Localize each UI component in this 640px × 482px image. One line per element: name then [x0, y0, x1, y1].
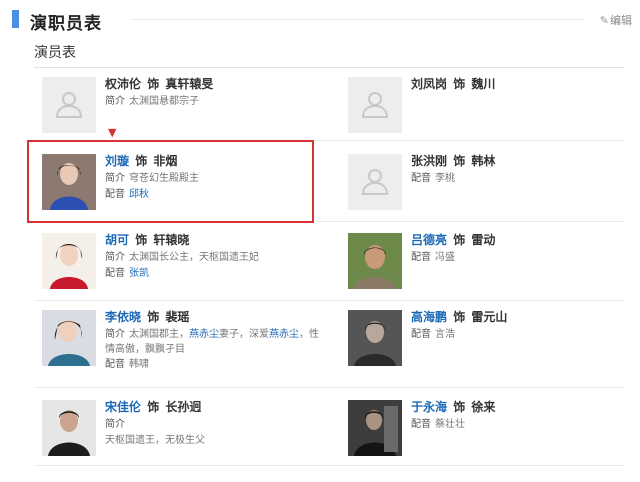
cast-card: 胡可 饰 轩辕晓 简介 太渊国长公主，天枢国遗王妃 配音 张凯 — [42, 233, 332, 313]
cast-card: 宋佳伦 饰 长孙迥 简介 天枢国遗王，无极生父 — [42, 400, 332, 460]
intro-label: 简介 — [105, 252, 125, 263]
role-separator: 饰 — [453, 77, 466, 91]
intro-text: 太渊国郡主， — [129, 329, 189, 340]
actor-name-link[interactable]: 李依晓 — [105, 310, 141, 324]
role-name: 雷元山 — [471, 310, 508, 324]
avatar-placeholder-icon — [348, 154, 402, 210]
intro-text: 太渊国长公主，天枢国遗王妃 — [129, 252, 259, 263]
dub-label: 配音 — [411, 252, 431, 263]
actor-name: 刘凤岗 — [411, 77, 448, 91]
role-separator: 饰 — [453, 154, 466, 168]
cast-card: 李依晓 饰 裴瑶 简介 太渊国郡主，燕赤尘妻子，深爱燕赤尘，性情高傲，飘飘孑目 配… — [42, 310, 332, 386]
actor-photo[interactable] — [42, 233, 96, 289]
role-name: 裴瑶 — [165, 310, 190, 324]
dub-label: 配音 — [105, 359, 125, 370]
character-link[interactable]: 燕赤尘 — [189, 329, 219, 340]
dub-text: 冯盛 — [435, 252, 455, 263]
actor-name-link[interactable]: 于永海 — [411, 400, 447, 414]
header-divider — [130, 19, 584, 20]
actor-name-link[interactable]: 宋佳伦 — [105, 400, 141, 414]
cast-card: 高海鹏 饰 雷元山 配音 言浩 — [348, 310, 638, 390]
avatar-placeholder-icon — [42, 77, 96, 133]
avatar-placeholder-icon — [348, 77, 402, 133]
intro-label: 简介 — [105, 419, 125, 430]
intro-text: 太渊国悬都宗子 — [129, 96, 199, 107]
role-separator: 饰 — [147, 77, 160, 91]
role-separator: 饰 — [453, 310, 466, 324]
role-name: 魏川 — [471, 77, 496, 91]
actor-name: 张洪刚 — [411, 154, 448, 168]
role-separator: 饰 — [135, 233, 148, 247]
row-divider — [34, 465, 624, 466]
role-name: 雷动 — [471, 233, 496, 247]
subtitle-divider — [34, 67, 624, 68]
cast-list-title: 演员表 — [34, 45, 76, 61]
actor-photo[interactable] — [348, 400, 402, 456]
actor-name-link[interactable]: 吕德亮 — [411, 233, 447, 247]
dub-label: 配音 — [105, 268, 125, 279]
dub-text: 蔡壮壮 — [435, 419, 465, 430]
dub-label: 配音 — [411, 329, 431, 340]
intro-text: 妻子，深爱 — [219, 329, 269, 340]
role-separator: 饰 — [147, 400, 160, 414]
edit-label: 编辑 — [610, 14, 632, 27]
cast-card: 刘凤岗 饰 魏川 — [348, 77, 638, 157]
section-title: 演职员表 — [30, 14, 102, 34]
actor-name-link[interactable]: 胡可 — [105, 233, 129, 247]
role-separator: 饰 — [453, 233, 466, 247]
section-accent-bar — [12, 10, 19, 28]
role-name: 徐来 — [471, 400, 496, 414]
pencil-icon: ✎ — [599, 14, 609, 27]
dub-text: 李桃 — [435, 173, 455, 184]
dub-text: 韩啸 — [129, 359, 149, 370]
actor-photo[interactable] — [348, 233, 402, 289]
dub-text: 言浩 — [435, 329, 455, 340]
role-name: 韩林 — [471, 154, 496, 168]
dub-label: 配音 — [411, 173, 431, 184]
role-separator: 饰 — [147, 310, 160, 324]
section-header: 演职员表 ✎编辑 — [8, 6, 632, 34]
intro-label: 简介 — [105, 96, 125, 107]
role-name: 真轩辕旻 — [165, 77, 214, 91]
role-name: 长孙迥 — [165, 400, 202, 414]
intro-text: 天枢国遗王，无极生父 — [105, 435, 205, 446]
cast-card: 张洪刚 饰 韩林 配音 李桃 — [348, 154, 638, 234]
dub-link[interactable]: 张凯 — [129, 268, 149, 279]
dub-label: 配音 — [411, 419, 431, 430]
actor-name-link[interactable]: 高海鹏 — [411, 310, 447, 324]
annotation-arrow-icon: ▼ — [108, 126, 117, 139]
actor-photo[interactable] — [42, 310, 96, 366]
role-separator: 饰 — [453, 400, 466, 414]
cast-crew-panel: 演职员表 ✎编辑 演员表 权沛伦 饰 真轩辕旻 简介 太渊国悬都宗子 刘凤岗 饰 … — [0, 0, 640, 482]
actor-photo[interactable] — [348, 310, 402, 366]
actor-photo[interactable] — [42, 400, 96, 456]
cast-card: 吕德亮 饰 雷动 配音 冯盛 — [348, 233, 638, 313]
edit-button[interactable]: ✎编辑 — [600, 12, 632, 28]
intro-label: 简介 — [105, 329, 125, 340]
cast-card: 于永海 饰 徐来 配音 蔡壮壮 — [348, 400, 638, 460]
annotation-highlight-box — [27, 140, 314, 223]
character-link[interactable]: 燕赤尘 — [269, 329, 299, 340]
role-name: 轩辕晓 — [153, 233, 190, 247]
actor-name: 权沛伦 — [105, 77, 142, 91]
